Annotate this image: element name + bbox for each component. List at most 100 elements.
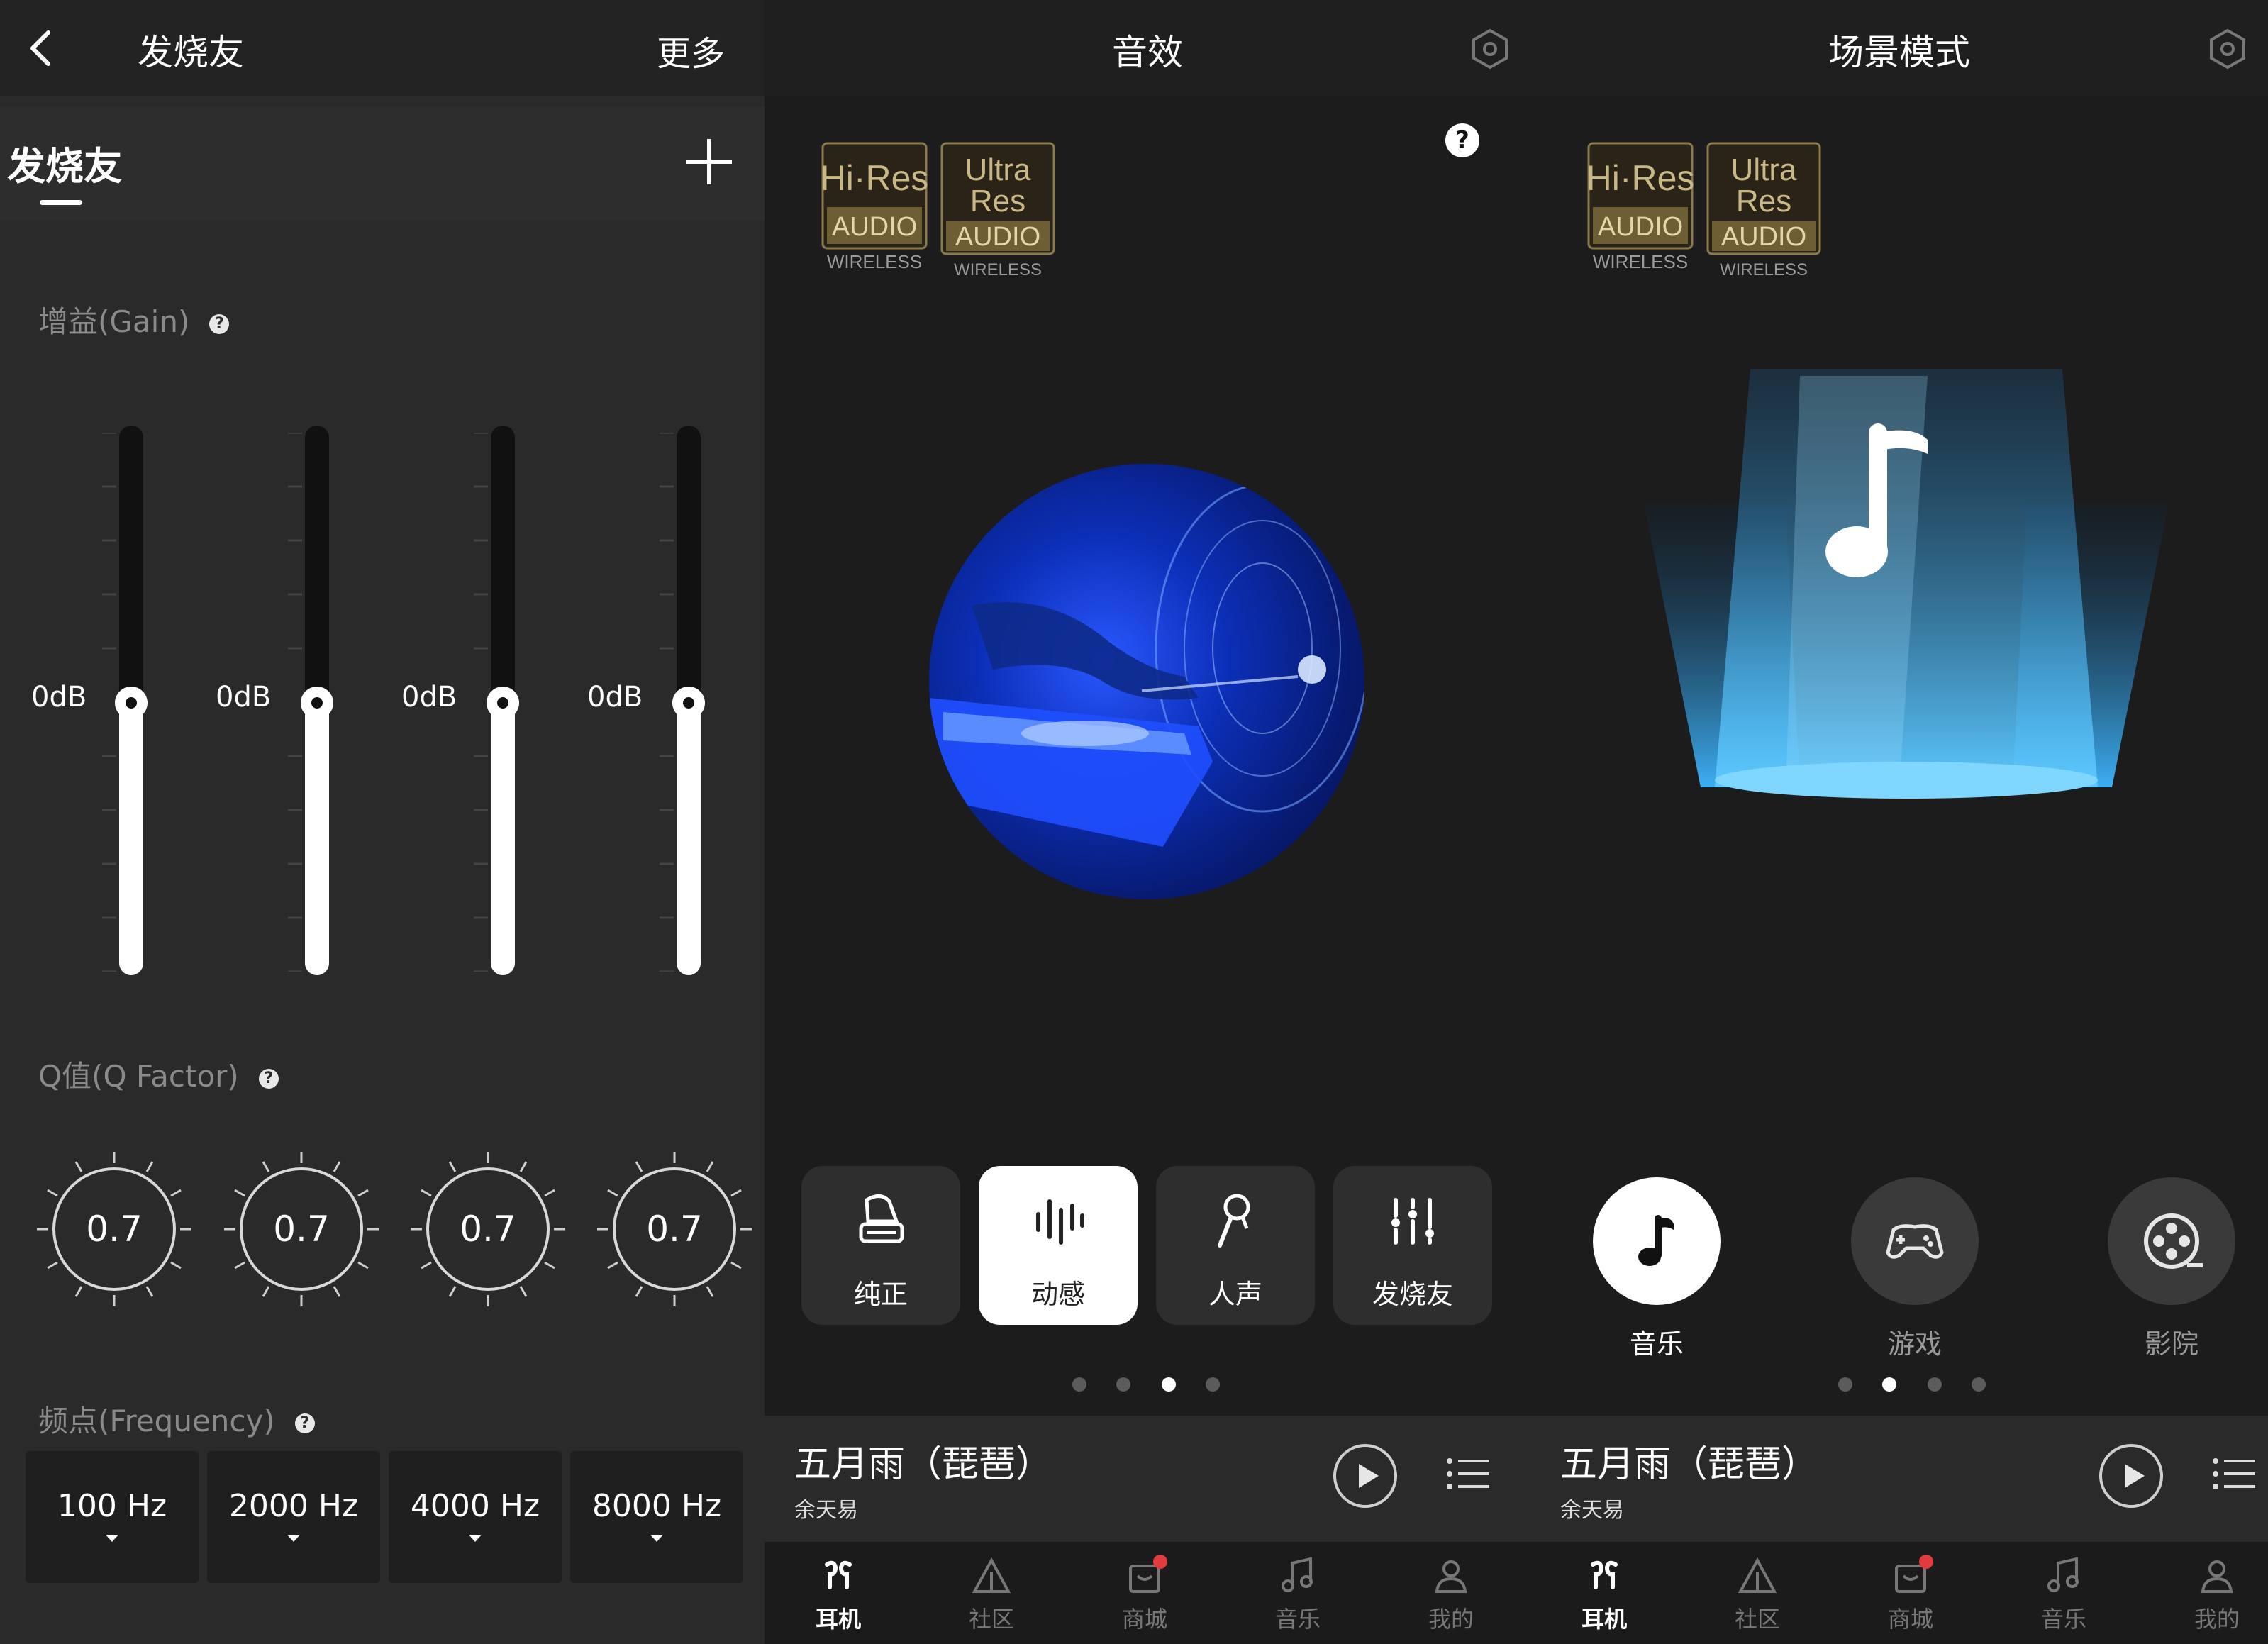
gain-slider-handle[interactable]: [672, 687, 705, 719]
page-dot[interactable]: [1206, 1377, 1220, 1392]
q-help-icon[interactable]: ?: [258, 1068, 279, 1089]
scene-game[interactable]: [1851, 1177, 1979, 1305]
add-preset-icon[interactable]: [682, 135, 736, 189]
effect-tile-pure[interactable]: 纯正: [801, 1166, 960, 1325]
nav-music[interactable]: 音乐: [1255, 1555, 1340, 1640]
freq-select-4[interactable]: 8000 Hz: [570, 1451, 743, 1583]
eq-title: 发烧友: [138, 32, 244, 73]
q-dial-1[interactable]: 0.7: [33, 1148, 196, 1311]
nav-community[interactable]: 社区: [949, 1555, 1034, 1640]
settings-hex-icon[interactable]: [2207, 28, 2248, 70]
q-section-label: Q值(Q Factor)?: [38, 1053, 279, 1096]
more-button[interactable]: 更多: [657, 26, 725, 75]
svg-text:AUDIO: AUDIO: [1598, 212, 1683, 242]
effects-title: 音效: [1112, 32, 1183, 73]
q-dial-3[interactable]: 0.7: [406, 1148, 569, 1311]
mini-player[interactable]: 五月雨（琵琶） 余天易: [1530, 1416, 2268, 1542]
triangle-icon: [972, 1557, 1011, 1593]
freq-select-2[interactable]: 2000 Hz: [207, 1451, 380, 1583]
dropdown-arrow-icon: [469, 1535, 482, 1542]
mini-player[interactable]: 五月雨（琵琶） 余天易: [765, 1416, 1530, 1542]
waveform-icon: [1036, 1199, 1084, 1245]
page-dot[interactable]: [1928, 1377, 1942, 1392]
scene-cinema[interactable]: [2108, 1177, 2235, 1305]
play-icon[interactable]: [1332, 1443, 1399, 1509]
freq-help-icon[interactable]: ?: [294, 1413, 315, 1433]
music-note-icon: [1638, 1215, 1674, 1266]
tab-fever[interactable]: 发烧友: [7, 135, 122, 191]
svg-text:AUDIO: AUDIO: [832, 212, 917, 242]
gain-slider-handle[interactable]: [487, 687, 519, 719]
music-icon: [1282, 1557, 1313, 1592]
earbuds-icon: [825, 1560, 852, 1589]
play-icon[interactable]: [2098, 1443, 2164, 1509]
page-dot-active[interactable]: [1882, 1377, 1896, 1392]
person-icon: [1435, 1560, 1467, 1593]
scene-label-game: 游戏: [1887, 1328, 1942, 1360]
eq-header: 发烧友 更多: [0, 0, 765, 96]
settings-hex-icon[interactable]: [1469, 28, 1511, 70]
freq-value-2: 2000 Hz: [228, 1488, 359, 1524]
q-value-1: 0.7: [86, 1209, 143, 1250]
freq-section-label: 频点(Frequency)?: [38, 1397, 315, 1440]
scene-label-cinema: 影院: [2144, 1328, 2198, 1360]
scene-page-indicator: [1838, 1377, 2001, 1393]
q-value-4: 0.7: [646, 1209, 703, 1250]
svg-text:Hi·Res: Hi·Res: [821, 158, 928, 198]
freq-select-1[interactable]: 100 Hz: [26, 1451, 199, 1583]
scene-header: 场景模式: [1530, 0, 2268, 96]
effect-tile-dynamic[interactable]: 动感: [979, 1166, 1138, 1325]
nav-label: 商城: [1887, 1606, 1933, 1633]
gain-value-1: 0dB: [31, 681, 87, 713]
gamepad-icon: [1886, 1224, 1944, 1259]
nav-music[interactable]: 音乐: [2021, 1555, 2106, 1640]
effect-tile-vocal[interactable]: 人声: [1156, 1166, 1315, 1325]
gain-slider-3[interactable]: [487, 426, 519, 975]
freq-select-3[interactable]: 4000 Hz: [389, 1451, 562, 1583]
effect-tile-fever[interactable]: 发烧友: [1333, 1166, 1492, 1325]
song-title: 五月雨（琵琶）: [1560, 1443, 1819, 1486]
gain-value-4: 0dB: [587, 681, 643, 713]
gain-help-icon[interactable]: ?: [209, 313, 230, 334]
page-dot-active[interactable]: [1162, 1377, 1176, 1392]
freq-label: 频点(Frequency): [38, 1404, 275, 1438]
scene-music[interactable]: [1593, 1177, 1721, 1305]
person-icon: [2201, 1560, 2233, 1593]
q-value-3: 0.7: [460, 1209, 516, 1250]
nav-label: 我的: [1428, 1606, 1474, 1633]
gain-slider-2[interactable]: [301, 426, 333, 975]
song-artist: 余天易: [794, 1498, 858, 1523]
gain-label: 增益(Gain): [38, 304, 190, 339]
ultra-res-audio-badge: Ultra Res AUDIO WIRELESS: [1706, 142, 1821, 279]
nav-community[interactable]: 社区: [1715, 1555, 1800, 1640]
q-dial-2[interactable]: 0.7: [220, 1148, 383, 1311]
nav-shop[interactable]: 商城: [1868, 1555, 1953, 1640]
nav-profile[interactable]: 我的: [2174, 1555, 2259, 1640]
page-dot[interactable]: [1072, 1377, 1086, 1392]
song-artist: 余天易: [1560, 1498, 1624, 1523]
gain-slider-1[interactable]: [115, 426, 148, 975]
nav-earbuds[interactable]: 耳机: [796, 1555, 881, 1640]
page-dot[interactable]: [1116, 1377, 1130, 1392]
gain-slider-handle[interactable]: [301, 687, 333, 719]
nav-earbuds[interactable]: 耳机: [1562, 1555, 1647, 1640]
svg-text:WIRELESS: WIRELESS: [1593, 251, 1688, 272]
nav-label: 音乐: [2040, 1606, 2086, 1633]
help-icon[interactable]: ?: [1445, 123, 1479, 157]
page-dot[interactable]: [1972, 1377, 1986, 1392]
page-dot[interactable]: [1838, 1377, 1852, 1392]
playlist-icon[interactable]: [1445, 1451, 1491, 1496]
dropdown-arrow-icon: [650, 1535, 663, 1542]
q-dial-4[interactable]: 0.7: [593, 1148, 756, 1311]
gain-value-3: 0dB: [401, 681, 457, 713]
gain-slider-4[interactable]: [672, 426, 705, 975]
nav-label: 耳机: [1581, 1606, 1627, 1633]
nav-label: 商城: [1121, 1606, 1167, 1633]
effect-label-fever: 发烧友: [1372, 1279, 1453, 1310]
gain-section-label: 增益(Gain)?: [38, 298, 230, 341]
playlist-icon[interactable]: [2211, 1451, 2257, 1496]
gain-slider-handle[interactable]: [115, 687, 148, 719]
nav-shop[interactable]: 商城: [1102, 1555, 1187, 1640]
dropdown-arrow-icon: [106, 1535, 118, 1542]
nav-profile[interactable]: 我的: [1408, 1555, 1494, 1640]
